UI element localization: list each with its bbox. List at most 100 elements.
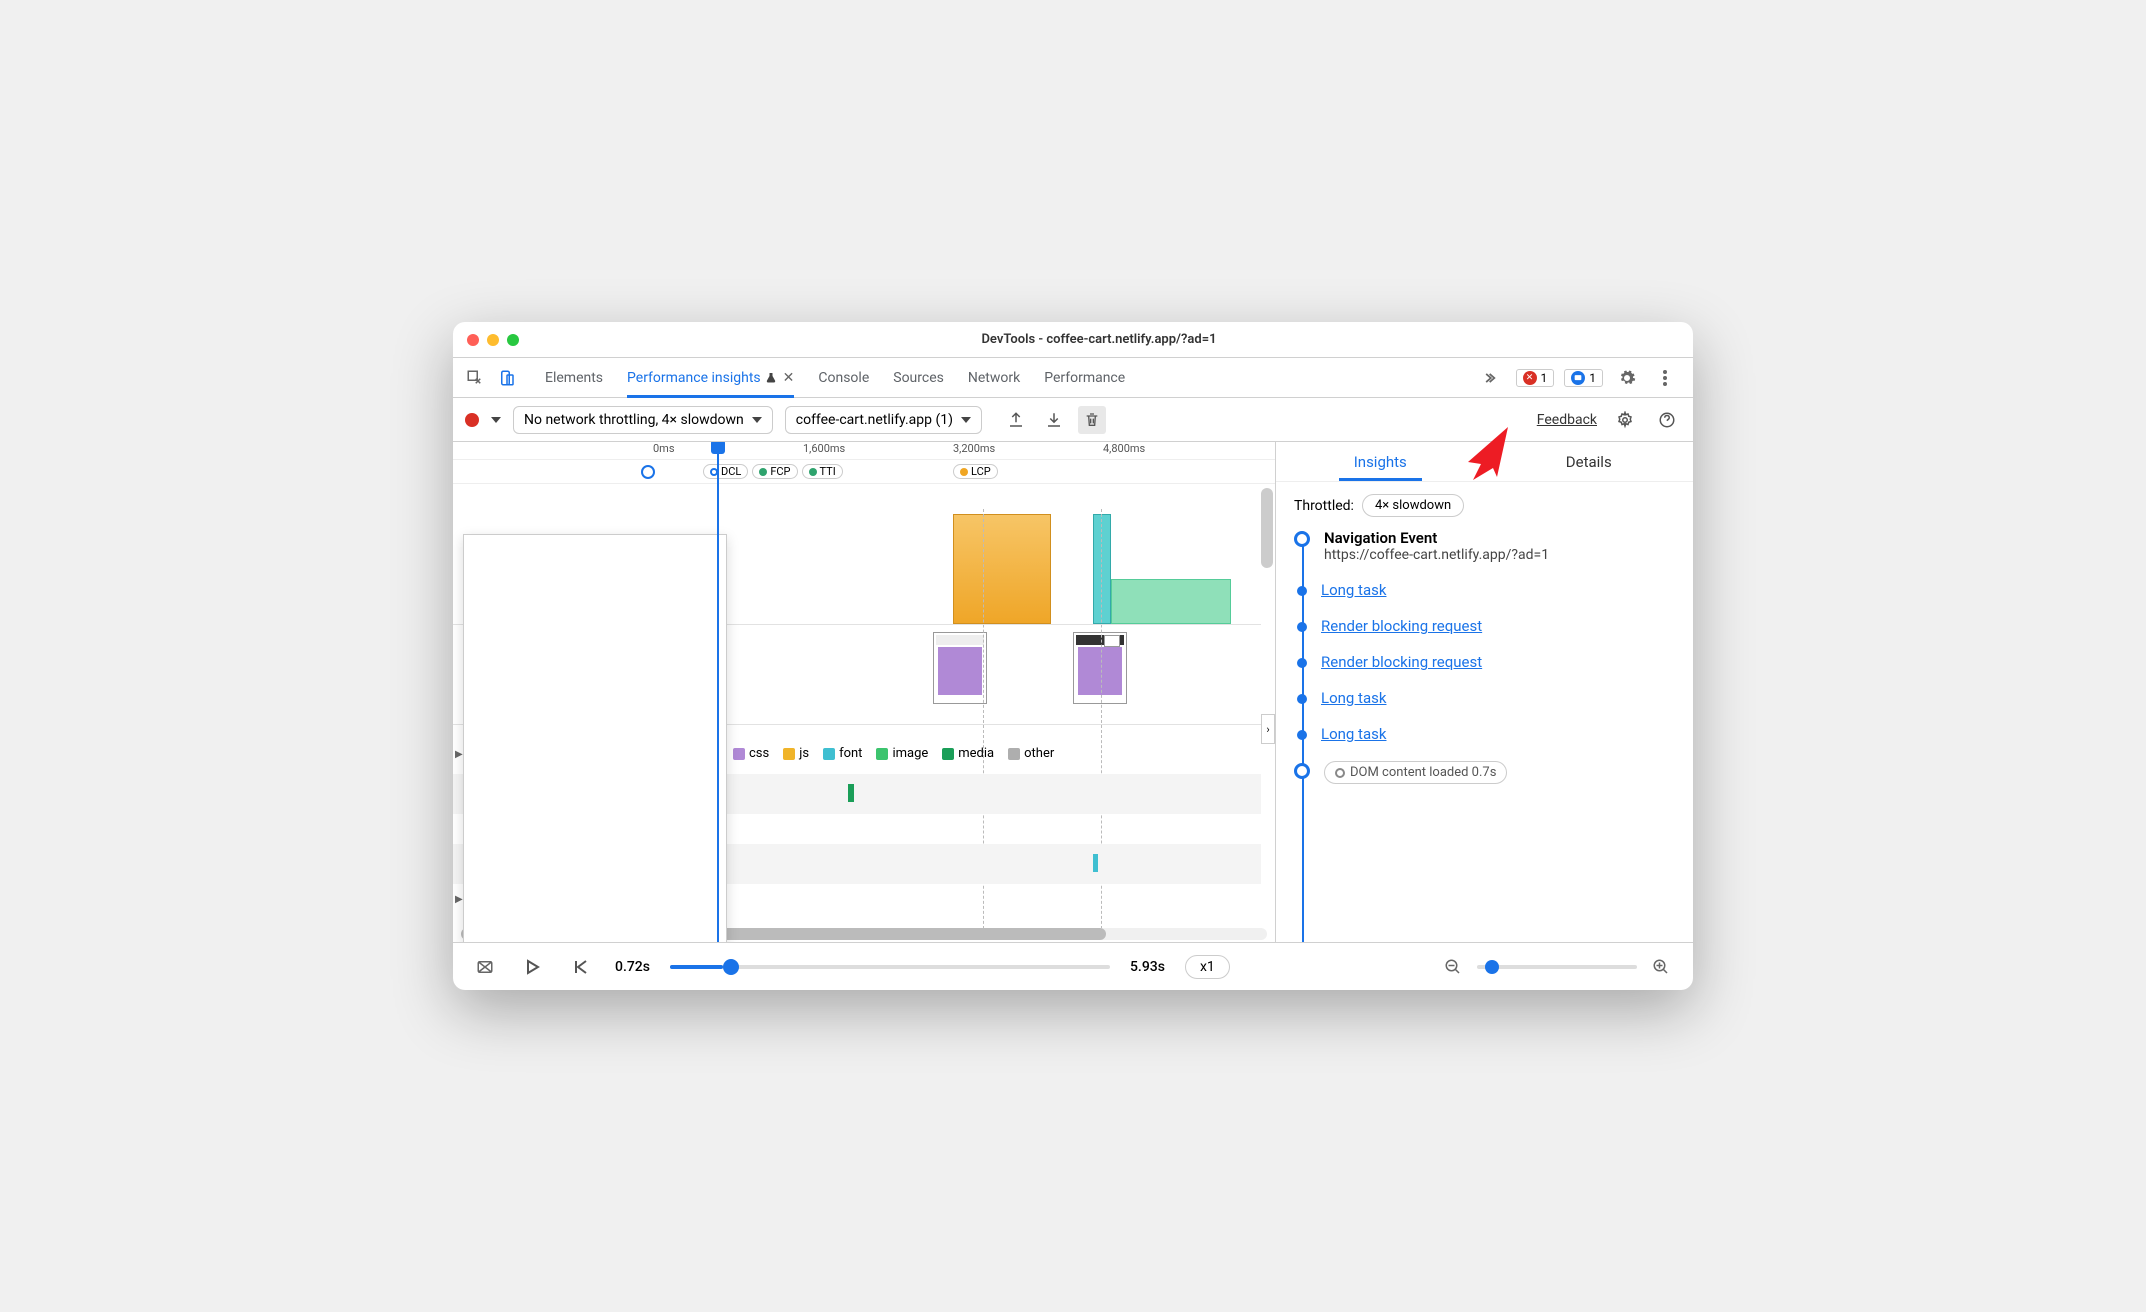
- tab-network[interactable]: Network: [968, 358, 1020, 397]
- screenshot-thumbnail[interactable]: [933, 632, 987, 704]
- recording-dropdown[interactable]: coffee-cart.netlify.app (1): [785, 406, 982, 434]
- event-navigation[interactable]: Navigation Event https://coffee-cart.net…: [1294, 529, 1675, 563]
- zoom-thumb[interactable]: [1485, 960, 1499, 974]
- timeline-pane: 0ms 1,600ms 3,200ms 4,800ms DCL FCP TTI …: [453, 442, 1275, 942]
- track-block-teal[interactable]: [1093, 514, 1111, 624]
- vertical-scrollbar[interactable]: [1261, 488, 1273, 568]
- info-badge[interactable]: 1: [1564, 369, 1603, 387]
- request-bar[interactable]: [848, 784, 854, 802]
- window-title: DevTools - coffee-cart.netlify.app/?ad=1: [519, 332, 1679, 347]
- help-icon[interactable]: [1653, 406, 1681, 434]
- tabs: Elements Performance insights ✕ Console …: [545, 358, 1474, 397]
- track-area[interactable]: ▶ ▶ css js font image media other ›: [453, 484, 1275, 942]
- import-icon[interactable]: [1040, 406, 1068, 434]
- toggle-screenshots-icon[interactable]: [471, 953, 499, 981]
- marker-lcp[interactable]: LCP: [953, 464, 998, 479]
- throttling-label: No network throttling, 4× slowdown: [524, 412, 744, 428]
- legend-other: other: [1008, 746, 1054, 761]
- error-count: 1: [1541, 371, 1548, 385]
- speed-selector[interactable]: x1: [1185, 955, 1230, 979]
- event-render-blocking[interactable]: Render blocking request: [1294, 617, 1675, 635]
- throttling-dropdown[interactable]: No network throttling, 4× slowdown: [513, 406, 773, 434]
- legend-row: css js font image media other: [733, 746, 1054, 761]
- close-window-icon[interactable]: [467, 334, 479, 346]
- ruler-tick: 3,200ms: [953, 442, 995, 455]
- error-badge[interactable]: ✕ 1: [1516, 369, 1555, 387]
- event-link[interactable]: Long task: [1321, 725, 1386, 743]
- event-long-task[interactable]: Long task: [1294, 581, 1675, 599]
- event-link[interactable]: Render blocking request: [1321, 617, 1482, 635]
- legend-image: image: [876, 746, 928, 761]
- marker-dcl[interactable]: DCL: [703, 464, 748, 479]
- record-button[interactable]: [465, 413, 479, 427]
- minimize-window-icon[interactable]: [487, 334, 499, 346]
- feedback-link[interactable]: Feedback: [1537, 412, 1597, 428]
- device-toggle-icon[interactable]: [493, 364, 521, 392]
- event-node-icon: [1297, 694, 1307, 704]
- event-long-task[interactable]: Long task: [1294, 689, 1675, 707]
- inspect-element-icon[interactable]: [461, 364, 489, 392]
- titlebar: DevTools - coffee-cart.netlify.app/?ad=1: [453, 322, 1693, 358]
- annotation-arrow: [1453, 422, 1523, 482]
- devtools-window: DevTools - coffee-cart.netlify.app/?ad=1…: [453, 322, 1693, 990]
- event-render-blocking[interactable]: Render blocking request: [1294, 653, 1675, 671]
- ruler-tick: 1,600ms: [803, 442, 845, 455]
- insights-events: Navigation Event https://coffee-cart.net…: [1276, 529, 1693, 942]
- expand-sidebar-icon[interactable]: ›: [1261, 714, 1275, 744]
- expand-track-icon[interactable]: ▶: [455, 894, 463, 905]
- lcp-block[interactable]: [953, 514, 1051, 624]
- screenshot-thumbnail[interactable]: [1073, 632, 1127, 704]
- zoom-out-icon[interactable]: [1439, 953, 1467, 981]
- event-url: https://coffee-cart.netlify.app/?ad=1: [1324, 547, 1549, 563]
- play-icon[interactable]: [519, 953, 547, 981]
- throttled-value: 4× slowdown: [1362, 494, 1464, 517]
- tab-console[interactable]: Console: [818, 358, 869, 397]
- marker-fcp[interactable]: FCP: [752, 464, 797, 479]
- zoom-slider[interactable]: [1477, 965, 1637, 969]
- export-icon[interactable]: [1002, 406, 1030, 434]
- playback-footer: 0.72s 5.93s x1: [453, 942, 1693, 990]
- tab-performance[interactable]: Performance: [1044, 358, 1125, 397]
- track-block-green[interactable]: [1111, 579, 1231, 624]
- event-title: Navigation Event: [1324, 529, 1549, 547]
- throttled-label: Throttled:: [1294, 498, 1354, 514]
- event-link[interactable]: Long task: [1321, 581, 1386, 599]
- tab-elements[interactable]: Elements: [545, 358, 603, 397]
- tooltip-card: [463, 534, 727, 942]
- tab-performance-insights[interactable]: Performance insights ✕: [627, 358, 794, 397]
- experiment-icon: [765, 371, 777, 385]
- slider-thumb[interactable]: [723, 959, 739, 975]
- event-long-task[interactable]: Long task: [1294, 725, 1675, 743]
- zoom-in-icon[interactable]: [1647, 953, 1675, 981]
- tab-sources[interactable]: Sources: [893, 358, 944, 397]
- settings-icon[interactable]: [1613, 364, 1641, 392]
- insights-pane: Insights Details Throttled: 4× slowdown …: [1275, 442, 1693, 942]
- recording-label: coffee-cart.netlify.app (1): [796, 412, 953, 428]
- marker-tti[interactable]: TTI: [802, 464, 843, 479]
- playback-slider[interactable]: [670, 965, 1110, 969]
- jump-start-icon[interactable]: [567, 953, 595, 981]
- playhead-marker[interactable]: [717, 442, 719, 942]
- delete-icon[interactable]: [1078, 406, 1106, 434]
- request-bar[interactable]: [1093, 854, 1098, 872]
- more-tabs-icon[interactable]: [1478, 364, 1506, 392]
- event-dcl[interactable]: DOM content loaded 0.7s: [1294, 761, 1675, 784]
- tabbar-right: ✕ 1 1: [1478, 364, 1680, 392]
- legend-media: media: [942, 746, 994, 761]
- dcl-pill[interactable]: DOM content loaded 0.7s: [1324, 761, 1507, 784]
- panel-settings-icon[interactable]: [1611, 406, 1639, 434]
- event-node-icon: [1297, 658, 1307, 668]
- traffic-lights: [467, 334, 519, 346]
- expand-track-icon[interactable]: ▶: [455, 749, 463, 760]
- throttle-summary: Throttled: 4× slowdown: [1276, 482, 1693, 529]
- event-node-icon: [1297, 586, 1307, 596]
- event-node-icon: [1297, 730, 1307, 740]
- event-link[interactable]: Render blocking request: [1321, 653, 1482, 671]
- maximize-window-icon[interactable]: [507, 334, 519, 346]
- close-tab-icon[interactable]: ✕: [783, 370, 795, 386]
- legend-css: css: [733, 746, 769, 761]
- kebab-menu-icon[interactable]: [1651, 364, 1679, 392]
- event-link[interactable]: Long task: [1321, 689, 1386, 707]
- event-node-icon: [1297, 622, 1307, 632]
- record-options-caret[interactable]: [491, 415, 501, 425]
